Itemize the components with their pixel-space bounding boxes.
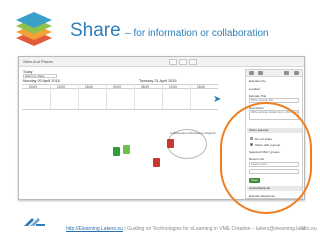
hour-label: 18:00 <box>85 85 93 89</box>
grid-line <box>134 84 135 109</box>
app-toolbar: Sites And Places <box>19 57 304 67</box>
toolbar-button[interactable] <box>179 59 187 65</box>
page-number: 11 <box>301 226 307 232</box>
hour-label: 06:00 <box>141 85 149 89</box>
document-icon[interactable] <box>167 139 174 148</box>
document-icon[interactable] <box>113 147 120 156</box>
stacked-layers-logo <box>16 12 52 46</box>
zoom-select[interactable]: Zoom to: Days <box>23 74 57 78</box>
hour-label: 18:00 <box>197 85 205 89</box>
toolbar-button[interactable] <box>189 59 197 65</box>
footer-text: | Guiding on Technologies for eLearning … <box>122 226 317 232</box>
folder-label: Collaboration Workspace (shared) <box>170 131 216 135</box>
info-icon[interactable] <box>258 71 263 75</box>
timeline-track <box>22 109 218 110</box>
panel-header: Episode info <box>249 79 266 83</box>
day-label-left: Monday 20 April 2015 <box>23 79 60 83</box>
toolbar-button[interactable] <box>169 59 177 65</box>
app-title: Sites And Places <box>23 59 54 64</box>
grid-line <box>162 84 163 109</box>
grid-line <box>106 84 107 109</box>
star-icon[interactable] <box>294 71 299 75</box>
title-main: Share <box>70 20 121 41</box>
footer: http://Elearning.Lakers.eu | Guiding on … <box>66 226 317 232</box>
arrow-right-icon: ➤ <box>213 94 222 105</box>
document-icon[interactable] <box>153 158 160 167</box>
location-label: Location <box>249 87 261 91</box>
day-label-right: Tuesday 21 April 2015 <box>139 79 177 83</box>
hour-label: 12:00 <box>57 85 65 89</box>
highlight-ellipse <box>220 102 312 214</box>
lakers-logo <box>24 218 45 226</box>
hour-label: 12:00 <box>169 85 177 89</box>
list-icon[interactable] <box>284 71 289 75</box>
title-sub: – for information or collaboration <box>125 28 269 39</box>
slide-title: Share – for information or collaboration <box>70 20 269 42</box>
pin-icon[interactable] <box>249 71 254 75</box>
hour-label: 00:00 <box>29 85 37 89</box>
grid-line <box>78 84 79 109</box>
grid-line <box>190 84 191 109</box>
hour-label: 00:00 <box>113 85 121 89</box>
panel-toolbar <box>246 70 302 77</box>
document-icon[interactable] <box>123 145 130 154</box>
footer-link[interactable]: http://Elearning.Lakers.eu <box>66 226 123 232</box>
grid-line <box>50 84 51 109</box>
